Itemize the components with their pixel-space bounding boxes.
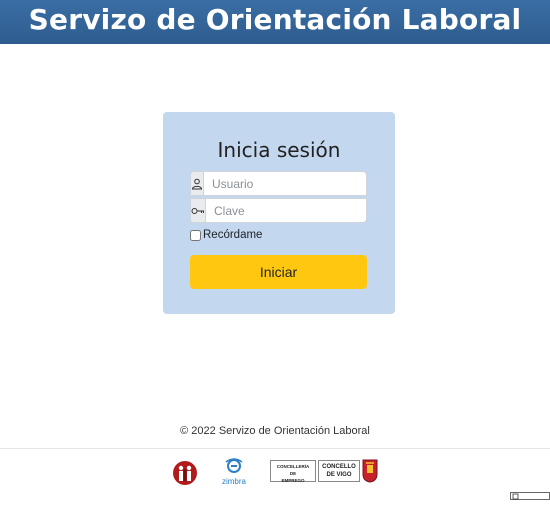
corner-widget-icon[interactable]	[510, 487, 550, 500]
concello-line1: CONCELLO	[322, 464, 356, 470]
concello-vigo-logo: CONCELLO DE VIGO	[318, 460, 360, 482]
login-title: Inicia sesión	[217, 138, 341, 162]
user-icon	[191, 172, 204, 195]
concelleria-line2: DE	[289, 471, 297, 476]
remember-me[interactable]: Recórdame	[190, 229, 262, 241]
password-input[interactable]	[206, 199, 366, 222]
password-field[interactable]	[190, 198, 367, 223]
login-card: Inicia sesión Recórdame Iniciar	[163, 112, 395, 314]
username-field[interactable]	[190, 171, 367, 196]
remember-checkbox[interactable]	[190, 229, 201, 241]
vigo-crest-icon	[362, 459, 378, 483]
concelleria-line1: CONCELLERÍA	[276, 464, 310, 469]
concelleria-emprego-logo: CONCELLERÍA DE EMPREGO	[270, 460, 316, 483]
key-icon	[191, 199, 206, 222]
page-title: Servizo de Orientación Laboral	[28, 3, 522, 36]
remember-label: Recórdame	[203, 229, 263, 241]
username-input[interactable]	[204, 172, 366, 195]
footer-divider	[0, 448, 550, 449]
concello-line2: DE VIGO	[326, 472, 352, 478]
zimbra-logo: zimbra	[217, 458, 251, 488]
login-button[interactable]: Iniciar	[190, 255, 367, 289]
page-header: Servizo de Orientación Laboral	[0, 0, 550, 44]
zimbra-label: zimbra	[221, 477, 246, 486]
copyright-text: © 2022 Servizo de Orientación Laboral	[180, 425, 370, 437]
concelleria-line3: EMPREGO	[281, 478, 305, 483]
organization-logo	[172, 460, 198, 486]
